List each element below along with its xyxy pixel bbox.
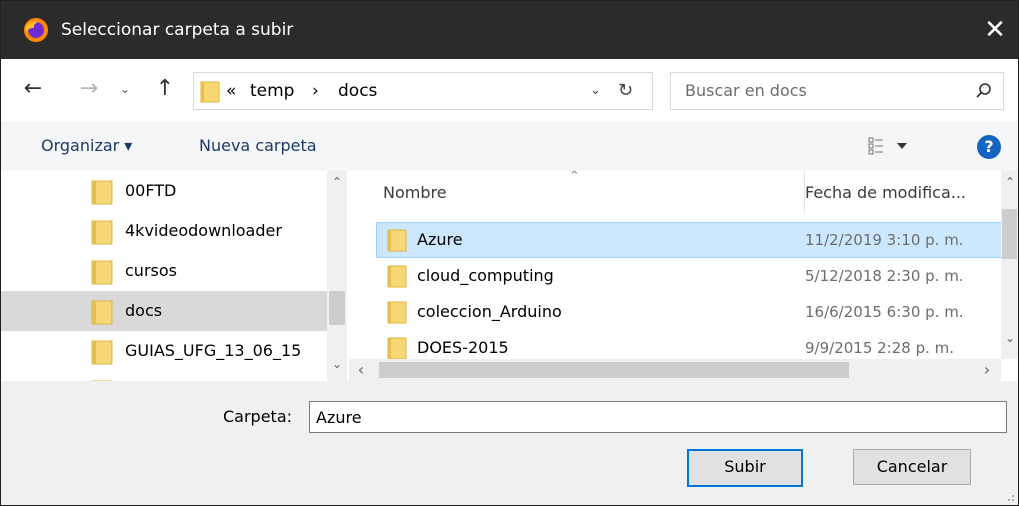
scroll-left-icon[interactable]: ‹: [351, 359, 371, 381]
folder-icon: [387, 229, 407, 252]
help-icon[interactable]: ?: [977, 135, 1001, 159]
new-folder-button[interactable]: Nueva carpeta: [199, 121, 317, 171]
folder-icon: [91, 260, 113, 285]
window-title: Seleccionar carpeta a subir: [61, 20, 294, 40]
browser-body: 00FTD 4kvideodownloader cursos docs GUIA…: [1, 171, 1018, 381]
forward-arrow-icon[interactable]: →: [75, 71, 103, 107]
recent-locations-chevron-icon[interactable]: ⌄: [115, 71, 135, 107]
scroll-down-icon[interactable]: ⌄: [327, 357, 347, 371]
folder-picker-dialog: Seleccionar carpeta a subir ✕ ← → ⌄ ↑ « …: [0, 0, 1019, 506]
folder-icon: [91, 340, 113, 365]
nav-item-4kvideodownloader[interactable]: 4kvideodownloader: [1, 211, 327, 251]
nav-pane-scrollbar[interactable]: ⌃ ⌄: [327, 171, 347, 381]
firefox-icon: [24, 18, 48, 42]
nav-item-label: docs: [125, 301, 163, 320]
scroll-right-icon[interactable]: ›: [977, 359, 997, 381]
file-row-cloud-computing[interactable]: cloud_computing 5/12/2018 2:30 p. m.: [377, 259, 1003, 293]
folder-field-label: Carpeta:: [223, 407, 293, 426]
column-header-date-label: Fecha de modifica...: [805, 183, 966, 202]
folder-icon: [91, 220, 113, 245]
file-name: coleccion_Arduino: [417, 302, 562, 321]
folder-icon: [387, 337, 407, 360]
breadcrumb-docs[interactable]: docs: [338, 73, 377, 109]
scroll-up-icon[interactable]: ⌃: [327, 175, 347, 189]
up-arrow-icon[interactable]: ↑: [151, 71, 179, 107]
submit-button[interactable]: Subir: [687, 449, 803, 487]
address-row: ← → ⌄ ↑ « temp › docs ⌄ ↻: [1, 59, 1018, 121]
breadcrumb-separator[interactable]: ›: [312, 73, 319, 109]
search-icon[interactable]: [975, 82, 993, 100]
organize-button[interactable]: Organizar ▾: [41, 121, 132, 171]
file-name: cloud_computing: [417, 266, 554, 285]
folder-icon: [387, 265, 407, 288]
file-name: Azure: [417, 230, 463, 249]
nav-item-00ftd[interactable]: 00FTD: [1, 171, 327, 211]
file-list: Nombre ⌃ Fecha de modifica... Azure 11/2…: [349, 171, 1018, 381]
file-list-horizontal-scrollbar[interactable]: ‹ ›: [349, 359, 1001, 381]
address-dropdown-icon[interactable]: ⌄: [590, 73, 601, 109]
file-row-coleccion-arduino[interactable]: coleccion_Arduino 16/6/2015 6:30 p. m.: [377, 295, 1003, 329]
cancel-button[interactable]: Cancelar: [853, 449, 971, 485]
folder-icon: [200, 81, 220, 103]
folder-name-input[interactable]: [309, 401, 1007, 433]
command-bar: Organizar ▾ Nueva carpeta ?: [1, 121, 1018, 171]
nav-item-cursos[interactable]: cursos: [1, 251, 327, 291]
navigation-pane: 00FTD 4kvideodownloader cursos docs GUIA…: [1, 171, 347, 381]
breadcrumb-temp[interactable]: temp: [250, 73, 294, 109]
file-list-vertical-scrollbar[interactable]: ⌃ ⌄: [1001, 171, 1018, 359]
title-bar: Seleccionar carpeta a subir ✕: [1, 1, 1018, 59]
scrollbar-thumb[interactable]: [1002, 209, 1017, 259]
nav-item-guias[interactable]: GUIAS_UFG_13_06_15: [1, 331, 327, 371]
sort-ascending-icon: ⌃: [569, 171, 580, 184]
breadcrumb-overflow[interactable]: «: [226, 73, 236, 109]
folder-icon: [91, 300, 113, 325]
file-date: 5/12/2018 2:30 p. m.: [805, 267, 964, 285]
scrollbar-thumb[interactable]: [379, 362, 849, 378]
nav-item-partial[interactable]: [1, 371, 327, 381]
close-icon[interactable]: ✕: [972, 1, 1018, 59]
nav-item-label: GUIAS_UFG_13_06_15: [125, 341, 302, 360]
nav-item-label: 4kvideodownloader: [125, 221, 282, 240]
dialog-footer: Carpeta: Subir Cancelar: [1, 381, 1018, 505]
search-box: [670, 72, 1004, 110]
file-date: 16/6/2015 6:30 p. m.: [805, 303, 964, 321]
search-input[interactable]: [671, 73, 975, 107]
file-date: 11/2/2019 3:10 p. m.: [805, 231, 964, 249]
back-arrow-icon[interactable]: ←: [19, 71, 47, 107]
column-header-name[interactable]: Nombre: [383, 171, 447, 213]
nav-item-docs[interactable]: docs: [1, 291, 327, 331]
address-bar[interactable]: « temp › docs ⌄ ↻: [193, 72, 653, 110]
refresh-icon[interactable]: ↻: [618, 73, 633, 109]
nav-item-label: 00FTD: [125, 181, 177, 200]
scroll-up-icon[interactable]: ⌃: [1000, 175, 1018, 189]
scroll-down-icon[interactable]: ⌄: [1000, 331, 1018, 345]
view-options-icon[interactable]: [867, 135, 917, 157]
scrollbar-thumb[interactable]: [329, 291, 345, 325]
resize-grip-icon[interactable]: [1005, 492, 1015, 502]
folder-icon: [387, 301, 407, 324]
nav-item-label: cursos: [125, 261, 177, 280]
file-row-azure[interactable]: Azure 11/2/2019 3:10 p. m.: [376, 222, 1004, 258]
column-header-name-label: Nombre: [383, 183, 447, 202]
folder-icon: [91, 180, 113, 205]
column-header-date[interactable]: Fecha de modifica...: [805, 171, 966, 213]
